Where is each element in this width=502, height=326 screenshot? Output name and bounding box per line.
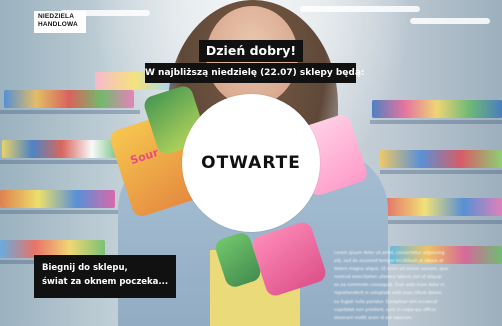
caption-line-1: Biegnij do sklepu, [42, 263, 128, 273]
logo-line-1: NIEDZIELA [38, 13, 75, 20]
fine-print-line: eu fugiat nulla pariatur. Excepteur sint… [334, 299, 438, 305]
fine-print-line: ex ea commodo consequat. Duis aute irure… [334, 283, 445, 289]
status-text: OTWARTE [201, 153, 301, 173]
fine-print-line: elit, sed do eiusmod tempor incididunt u… [334, 259, 444, 265]
fine-print-line: dolore magna aliqua. Ut enim ad minim ve… [334, 267, 449, 273]
fine-print-line: nostrud exercitation ullamco laboris nis… [334, 275, 442, 281]
greeting-label: Dzień dobry! [199, 40, 303, 62]
fine-print-line: cupidatat non proident, sunt in culpa qu… [334, 307, 436, 313]
fine-print: Lorem ipsum dolor sit amet, consectetur … [334, 250, 484, 324]
announcement-label: W najbliższą niedzielę (22.07) sklepy bę… [145, 63, 365, 83]
logo-line-2: HANDLOWA [38, 21, 78, 28]
page-canvas: Sour NIEDZIELA HANDLOWA Dzień dobry! W n… [0, 0, 502, 326]
caption-line-2: świat za oknem poczeka... [42, 277, 169, 287]
fine-print-line: deserunt mollit anim id est laborum. [334, 315, 413, 321]
fine-print-line: reprehenderit in voluptate velit esse ci… [334, 291, 442, 297]
caption-box: Biegnij do sklepu, świat za oknem poczek… [34, 255, 176, 298]
fine-print-line: Lorem ipsum dolor sit amet, consectetur … [334, 251, 445, 256]
status-circle: OTWARTE [182, 94, 320, 232]
niedziela-handlowa-logo: NIEDZIELA HANDLOWA [34, 11, 86, 33]
